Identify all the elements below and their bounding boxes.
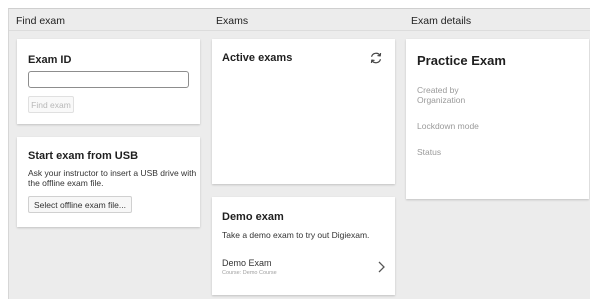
exam-id-title: Exam ID [28, 54, 72, 66]
demo-exam-course: Course: Demo Course [222, 270, 277, 276]
header-divider [9, 30, 590, 31]
created-by-value: Organization [417, 95, 466, 105]
usb-exam-title: Start exam from USB [28, 150, 139, 162]
lockdown-mode-label: Lockdown mode [417, 121, 479, 131]
refresh-icon[interactable] [369, 51, 383, 65]
chevron-right-icon [378, 261, 385, 273]
usb-instruction-line-1: Ask your instructor to insert a USB driv… [28, 168, 197, 178]
active-exams-title: Active exams [222, 52, 293, 64]
demo-exam-list-item[interactable]: Demo Exam Course: Demo Course [212, 249, 395, 283]
demo-exam-name: Demo Exam [222, 258, 272, 268]
exam-id-input[interactable] [28, 71, 189, 88]
find-exam-button[interactable]: Find exam [28, 96, 74, 113]
demo-exam-description: Take a demo exam to try out Digiexam. [222, 230, 370, 240]
status-label: Status [417, 147, 442, 157]
usb-exam-card: Start exam from USB Ask your instructor … [17, 137, 200, 227]
demo-exam-card: Demo exam Take a demo exam to try out Di… [212, 197, 395, 295]
usb-instruction-line-2: the offline exam file. [28, 178, 104, 188]
exam-id-card: Exam ID Find exam [17, 39, 200, 124]
exam-details-heading: Exam details [411, 15, 472, 27]
created-by-label: Created by [417, 85, 459, 95]
exam-details-card: Practice Exam Created by Organization Lo… [406, 39, 589, 199]
demo-exam-title: Demo exam [222, 211, 284, 223]
active-exams-card: Active exams [212, 39, 395, 184]
exam-details-title: Practice Exam [417, 53, 506, 68]
exams-heading: Exams [216, 15, 249, 27]
select-offline-exam-button[interactable]: Select offline exam file... [28, 196, 132, 213]
find-exam-heading: Find exam [16, 15, 66, 27]
app-window: Find exam Exams Exam details Exam ID Fin… [8, 8, 590, 299]
